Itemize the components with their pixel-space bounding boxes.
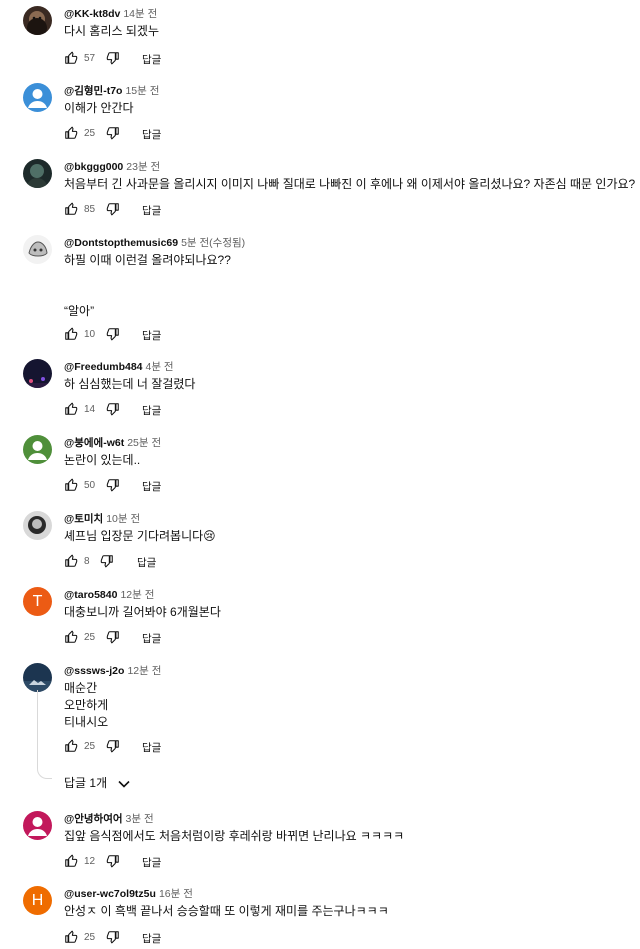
thumbs-down-icon[interactable] [106, 402, 120, 416]
comment-time[interactable]: 5분 전(수정됨) [181, 237, 245, 249]
comment-time[interactable]: 15분 전 [125, 85, 159, 97]
comment-author[interactable]: @안녕하여어 [64, 813, 123, 825]
reply-button[interactable]: 답글 [142, 328, 161, 343]
like-count: 12 [84, 856, 96, 867]
like-count: 25 [84, 741, 96, 752]
comment-author[interactable]: @user-wc7ol9tz5u [64, 888, 156, 900]
comment-text: 다시 홈리스 되겠누 [64, 24, 159, 38]
comment-text: 매순간 오만하게 티내시오 [64, 681, 109, 729]
reply-button[interactable]: 답글 [142, 855, 161, 870]
comment-time[interactable]: 14분 전 [123, 8, 157, 20]
like-count: 25 [84, 932, 96, 943]
thumbs-down-icon[interactable] [100, 554, 114, 568]
comment-author[interactable]: @Freedumb484 [64, 361, 143, 373]
thumbs-up-icon[interactable] [64, 930, 78, 944]
like-count: 14 [84, 404, 96, 415]
reply-button[interactable]: 답글 [142, 403, 161, 418]
comment-author[interactable]: @bkggg000 [64, 161, 123, 173]
comment-time[interactable]: 4분 전 [146, 361, 174, 373]
avatar[interactable] [23, 435, 52, 464]
thumbs-up-icon[interactable] [64, 327, 78, 341]
avatar[interactable]: H [23, 886, 52, 915]
thumbs-down-icon[interactable] [106, 327, 120, 341]
thumbs-up-icon[interactable] [64, 51, 78, 65]
thumbs-up-icon[interactable] [64, 402, 78, 416]
thumbs-up-icon[interactable] [64, 630, 78, 644]
thumbs-down-icon[interactable] [106, 51, 120, 65]
reply-button[interactable]: 답글 [142, 203, 161, 218]
replies-toggle-label: 답글 1개 [64, 776, 108, 790]
thumbs-down-icon[interactable] [106, 126, 120, 140]
reply-button[interactable]: 답글 [142, 479, 161, 494]
thumbs-up-icon[interactable] [64, 554, 78, 568]
thumbs-up-icon[interactable] [64, 854, 78, 868]
avatar[interactable] [23, 663, 52, 692]
reply-button[interactable]: 답글 [142, 52, 161, 67]
comment-author[interactable]: @taro5840 [64, 589, 117, 601]
show-replies-button[interactable]: 답글 1개 [64, 774, 131, 791]
like-count: 50 [84, 480, 96, 491]
reply-button[interactable]: 답글 [142, 931, 161, 946]
comment-author[interactable]: @붕에에-w6t [64, 437, 124, 449]
comment-author[interactable]: @KK-kt8dv [64, 8, 120, 20]
comment-text: 대충보니까 길어봐야 6개월본다 [64, 605, 221, 619]
avatar[interactable]: T [23, 587, 52, 616]
thumbs-down-icon[interactable] [106, 930, 120, 944]
comment-time[interactable]: 12분 전 [127, 665, 161, 677]
avatar[interactable] [23, 83, 52, 112]
thumbs-down-icon[interactable] [106, 478, 120, 492]
comment-time[interactable]: 23분 전 [126, 161, 160, 173]
avatar[interactable] [23, 359, 52, 388]
comment-time[interactable]: 10분 전 [106, 513, 140, 525]
like-count: 25 [84, 632, 96, 643]
chevron-down-icon [118, 777, 131, 791]
like-count: 85 [84, 204, 96, 215]
comment-text: 이해가 안간다 [64, 101, 134, 115]
comment-text: 논란이 있는데.. [64, 453, 141, 467]
thumbs-down-icon[interactable] [106, 630, 120, 644]
comment-author[interactable]: @sssws-j2o [64, 665, 124, 677]
like-count: 57 [84, 53, 96, 64]
avatar[interactable] [23, 159, 52, 188]
reply-button[interactable]: 답글 [142, 631, 161, 646]
reply-button[interactable]: 답글 [142, 740, 161, 755]
comment-author[interactable]: @김형민-t7o [64, 85, 122, 97]
comment-text: 처음부터 긴 사과문을 올리시지 이미지 나빠 질대로 나빠진 이 후에나 왜 … [64, 177, 636, 191]
like-count: 8 [84, 556, 90, 567]
avatar[interactable] [23, 235, 52, 264]
comment-text: 하 심심했는데 너 잘걸렸다 [64, 377, 196, 391]
reply-button[interactable]: 답글 [142, 127, 161, 142]
comment-text: 하필 이때 이런걸 올려야되나요?? “알아” [64, 253, 231, 318]
thumbs-up-icon[interactable] [64, 739, 78, 753]
thumbs-up-icon[interactable] [64, 202, 78, 216]
thumbs-down-icon[interactable] [106, 202, 120, 216]
comment-text: 셰프님 입장문 기다려봅니다😢 [64, 529, 216, 543]
comment-author[interactable]: @Dontstopthemusic69 [64, 237, 178, 249]
reply-button[interactable]: 답글 [137, 555, 156, 570]
thumbs-down-icon[interactable] [106, 739, 120, 753]
comment-time[interactable]: 3분 전 [126, 813, 154, 825]
avatar[interactable] [23, 811, 52, 840]
avatar[interactable] [23, 511, 52, 540]
comment-text: 안성ㅈ 이 흑백 끝나서 승승할때 또 이렇게 재미를 주는구나ㅋㅋㅋ [64, 904, 389, 918]
thread-connector [37, 690, 52, 779]
comment-time[interactable]: 12분 전 [120, 589, 154, 601]
comment-time[interactable]: 16분 전 [159, 888, 193, 900]
comment-time[interactable]: 25분 전 [127, 437, 161, 449]
thumbs-up-icon[interactable] [64, 478, 78, 492]
avatar[interactable] [23, 6, 52, 35]
like-count: 25 [84, 128, 96, 139]
thumbs-up-icon[interactable] [64, 126, 78, 140]
comment-author[interactable]: @토미치 [64, 513, 103, 525]
thumbs-down-icon[interactable] [106, 854, 120, 868]
comment-text: 집앞 음식점에서도 처음처럼이랑 후레쉬랑 바뀌면 난리나요 ㅋㅋㅋㅋ [64, 829, 405, 843]
like-count: 10 [84, 329, 96, 340]
